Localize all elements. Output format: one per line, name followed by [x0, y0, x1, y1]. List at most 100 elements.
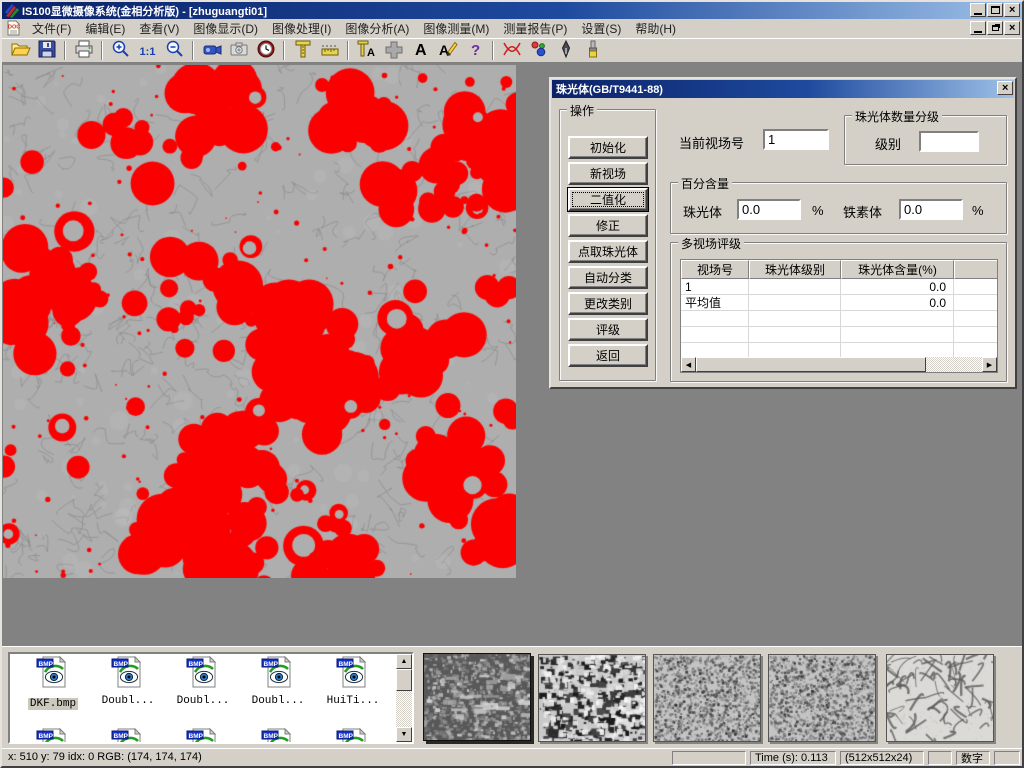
ferrite-percent-input[interactable]: [899, 199, 963, 220]
file-item[interactable]: BMP: [91, 728, 165, 744]
menu-item-image-analysis[interactable]: 图像分析(A): [338, 18, 416, 39]
level-label: 级别: [875, 134, 901, 153]
child-close-button[interactable]: ×: [1004, 21, 1020, 35]
open-folder-button[interactable]: [7, 39, 32, 62]
dialog-button-change-class[interactable]: 更改类别: [568, 292, 648, 315]
percent-group: 百分含量 珠光体 % 铁素体 %: [670, 182, 1007, 234]
brush-tool-button[interactable]: [580, 39, 605, 62]
svg-text:BMP: BMP: [114, 661, 129, 668]
child-restore-button[interactable]: [987, 21, 1003, 35]
menu-item-image-display[interactable]: 图像显示(D): [186, 18, 265, 39]
dialog-button-return[interactable]: 返回: [568, 344, 648, 367]
curve-tool-button[interactable]: [499, 39, 524, 62]
file-item[interactable]: BMP: [316, 728, 390, 744]
help-button[interactable]: ?: [462, 39, 487, 62]
document-icon[interactable]: DOC: [5, 20, 21, 36]
cross-marker-button[interactable]: [381, 39, 406, 62]
dialog-close-button[interactable]: ×: [997, 81, 1013, 95]
svg-text:BMP: BMP: [39, 661, 54, 668]
dialog-title-bar[interactable]: 珠光体(GB/T9441-88): [552, 80, 1014, 98]
child-minimize-button[interactable]: [970, 21, 986, 35]
scrollbar-thumb[interactable]: [696, 357, 926, 372]
ruler-button[interactable]: [317, 39, 342, 62]
classify-balls-button[interactable]: [526, 39, 551, 62]
dialog-button-initialize[interactable]: 初始化: [568, 136, 648, 159]
dialog-button-auto-classify[interactable]: 自动分类: [568, 266, 648, 289]
thumb-dark-coarse[interactable]: [423, 653, 531, 741]
dialog-button-grade[interactable]: 评级: [568, 318, 648, 341]
table-header-cell[interactable]: 铁素体含量(%): [954, 260, 998, 279]
table-row[interactable]: [681, 327, 997, 343]
bmp-file-icon: BMP: [111, 728, 145, 744]
window-minimize-button[interactable]: [970, 3, 986, 17]
caliper-button[interactable]: [290, 39, 315, 62]
file-item[interactable]: BMP: [166, 728, 240, 744]
zoom-out-button[interactable]: [162, 39, 187, 62]
file-item[interactable]: BMP: [241, 728, 315, 744]
file-item[interactable]: BMPDKF.bmp: [16, 656, 90, 711]
save-button[interactable]: [34, 39, 59, 62]
svg-text:A: A: [415, 42, 427, 59]
table-row[interactable]: [681, 311, 997, 327]
menu-item-file[interactable]: 文件(F): [25, 18, 78, 39]
file-item[interactable]: BMPDoubl...: [166, 656, 240, 707]
pearlite-percent-input[interactable]: [737, 199, 801, 220]
table-header-cell[interactable]: 珠光体级别: [749, 260, 841, 279]
menu-item-edit[interactable]: 编辑(E): [78, 18, 132, 39]
ferrite-percent-sign: %: [972, 203, 984, 218]
annotate-edit-button[interactable]: A: [435, 39, 460, 62]
zoom-in-button[interactable]: [108, 39, 133, 62]
window-maximize-button[interactable]: [987, 3, 1003, 17]
menu-item-view[interactable]: 查看(V): [132, 18, 186, 39]
file-scrollbar-thumb[interactable]: [396, 669, 412, 691]
video-camera-button[interactable]: [199, 39, 224, 62]
multi-field-table[interactable]: 视场号珠光体级别珠光体含量(%)铁素体含量(%) 10.0平均值0.0 ◀ ▶: [680, 259, 998, 373]
table-row[interactable]: 10.0: [681, 279, 997, 295]
bmp-file-icon: BMP: [186, 656, 220, 688]
menu-item-image-measure[interactable]: 图像测量(M): [416, 18, 496, 39]
file-name: Doubl...: [91, 695, 165, 707]
thumb-speckle-b[interactable]: [768, 654, 876, 742]
table-horizontal-scrollbar[interactable]: ◀ ▶: [681, 357, 997, 372]
file-list-scrollbar[interactable]: ▲ ▼: [396, 654, 412, 742]
menu-item-settings[interactable]: 设置(S): [574, 18, 628, 39]
operation-group: 操作 初始化新视场二值化修正点取珠光体自动分类更改类别评级返回: [559, 109, 656, 381]
dialog-button-new-field[interactable]: 新视场: [568, 162, 648, 185]
file-item[interactable]: BMP Doubl...: [91, 656, 165, 707]
print-button[interactable]: [71, 39, 96, 62]
status-panel: Time (s): 0.113: [750, 751, 836, 765]
thumb-light-flakes[interactable]: [886, 654, 994, 742]
actual-size-button[interactable]: 1:1: [135, 39, 160, 62]
title-bar[interactable]: IS100显微摄像系统(金相分析版) - [zhuguangti01] ×: [2, 2, 1022, 19]
menu-item-image-processing[interactable]: 图像处理(I): [265, 18, 338, 39]
cursor-coordinates: x: 510 y: 79 idx: 0 RGB: (174, 174, 174): [8, 751, 202, 763]
current-field-input[interactable]: [763, 129, 829, 150]
scroll-left-button[interactable]: ◀: [681, 357, 696, 372]
thumb-high-contrast[interactable]: [538, 654, 646, 742]
text-label-button[interactable]: A: [408, 39, 433, 62]
level-input[interactable]: [919, 131, 979, 152]
thumb-speckle-a[interactable]: [653, 654, 761, 742]
dialog-button-correct[interactable]: 修正: [568, 214, 648, 237]
table-header-cell[interactable]: 视场号: [681, 260, 749, 279]
table-row[interactable]: 平均值0.0: [681, 295, 997, 311]
timer-clock-button[interactable]: [253, 39, 278, 62]
file-list[interactable]: ▲ ▼ BMPDKF.bmpBMPDoubl...BMPDoubl...BMPD…: [8, 652, 414, 744]
menu-item-measure-report[interactable]: 测量报告(P): [496, 18, 574, 39]
file-item[interactable]: BMPDoubl...: [241, 656, 315, 707]
dialog-button-binarize[interactable]: 二值化: [568, 188, 648, 211]
scroll-right-button[interactable]: ▶: [982, 357, 997, 372]
operation-group-label: 操作: [567, 102, 597, 119]
measure-text-button[interactable]: A: [354, 39, 379, 62]
pen-tool-button[interactable]: [553, 39, 578, 62]
dialog-button-pick-pearlite[interactable]: 点取珠光体: [568, 240, 648, 263]
scroll-up-button[interactable]: ▲: [396, 654, 412, 669]
file-item[interactable]: BMPHuiTi...: [316, 656, 390, 707]
menu-item-help[interactable]: 帮助(H): [628, 18, 683, 39]
scroll-down-button[interactable]: ▼: [396, 727, 412, 742]
camera-capture-button[interactable]: [226, 39, 251, 62]
window-close-button[interactable]: ×: [1004, 3, 1020, 17]
specimen-image[interactable]: [3, 65, 516, 578]
table-header-cell[interactable]: 珠光体含量(%): [841, 260, 954, 279]
file-item[interactable]: BMP: [16, 728, 90, 744]
